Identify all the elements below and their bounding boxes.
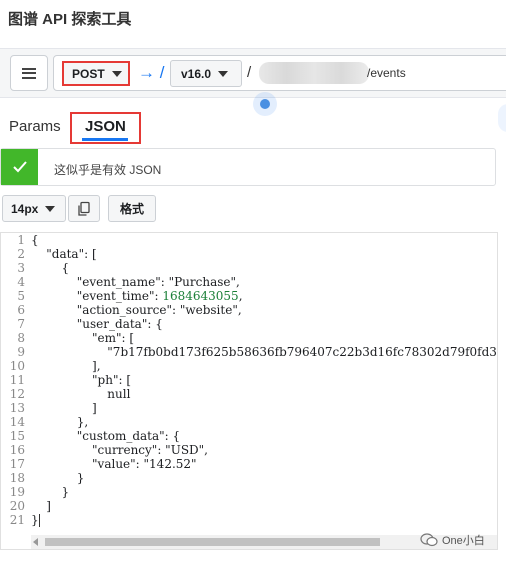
line-number: 19: [9, 485, 25, 499]
code-line[interactable]: }: [31, 513, 497, 527]
line-number: 8: [17, 331, 25, 345]
path-slash: /: [247, 64, 252, 81]
code-line[interactable]: "event_name": "Purchase",: [31, 275, 497, 289]
active-tab-indicator: [82, 138, 128, 141]
tab-json[interactable]: JSON: [70, 112, 141, 144]
code-line[interactable]: "data": [: [31, 247, 497, 261]
line-number: 20: [9, 499, 25, 513]
method-label: POST: [72, 66, 105, 81]
code-line[interactable]: "user_data": {: [31, 317, 497, 331]
line-number: 21: [9, 513, 25, 527]
line-number: 3: [17, 261, 25, 275]
menu-button[interactable]: [10, 55, 48, 91]
hamburger-icon: [22, 67, 36, 79]
status-message: 这似乎是有效 JSON: [54, 163, 162, 177]
caret-down-icon: [111, 70, 122, 77]
checkmark-icon: [1, 149, 38, 185]
code-line[interactable]: {: [31, 233, 497, 247]
validation-status: 这似乎是有效 JSON: [0, 148, 496, 186]
code-line[interactable]: "value": "142.52": [31, 457, 497, 471]
code-line[interactable]: {: [31, 261, 497, 275]
arrow-separator: → /: [138, 63, 165, 82]
version-select[interactable]: v16.0: [170, 60, 242, 87]
scrollbar-thumb[interactable]: [45, 538, 380, 546]
code-line[interactable]: "ph": [: [31, 373, 497, 387]
code-line[interactable]: "custom_data": {: [31, 429, 497, 443]
version-label: v16.0: [181, 66, 212, 81]
line-number: 7: [17, 317, 25, 331]
code-line[interactable]: "em": [: [31, 331, 497, 345]
watermark-text: One小白: [442, 535, 485, 547]
code-line[interactable]: },: [31, 415, 497, 429]
code-line[interactable]: null: [31, 387, 497, 401]
caret-down-icon: [218, 70, 229, 77]
line-number: 12: [9, 387, 25, 401]
line-number: 9: [17, 345, 25, 359]
line-number: 16: [9, 443, 25, 457]
caret-down-icon: [45, 205, 56, 212]
request-toolbar: POST → / v16.0 / /events: [0, 48, 506, 98]
code-line[interactable]: ]: [31, 401, 497, 415]
request-path-bar: POST → / v16.0 / /events: [53, 55, 506, 91]
line-number: 1: [17, 233, 25, 247]
line-number: 2: [17, 247, 25, 261]
wechat-icon: [420, 533, 438, 547]
line-number-gutter: 1 2 3 4 5 6 7 8 9 10 11 12 13 14 15 16 17 18 19 20 21: [1, 233, 29, 533]
cursor-indicator: [253, 92, 277, 116]
code-line[interactable]: "currency": "USD",: [31, 443, 497, 457]
code-line[interactable]: "action_source": "website",: [31, 303, 497, 317]
app-title: 图谱 API 探索工具: [8, 11, 132, 28]
line-number: 11: [9, 373, 25, 387]
watermark: One小白: [420, 532, 485, 548]
tab-params[interactable]: Params: [9, 118, 61, 135]
copy-icon: [78, 201, 90, 216]
code-line[interactable]: ],: [31, 359, 497, 373]
line-number: 17: [9, 457, 25, 471]
scroll-hint: [498, 104, 506, 132]
code-area[interactable]: { "data": [ { "event_name": "Purchase", …: [31, 233, 497, 533]
tab-json-label: JSON: [85, 118, 126, 135]
text-cursor: [38, 514, 40, 527]
line-number: 5: [17, 289, 25, 303]
line-number: 13: [9, 401, 25, 415]
method-select[interactable]: POST: [62, 61, 130, 86]
line-number: 18: [9, 471, 25, 485]
code-line[interactable]: "7b17fb0bd173f625b58636fb796407c22b3d16f…: [31, 345, 497, 359]
scroll-left-icon[interactable]: [33, 538, 38, 546]
font-size-label: 14px: [11, 201, 39, 216]
code-line[interactable]: }: [31, 485, 497, 499]
line-number: 14: [9, 415, 25, 429]
json-editor[interactable]: 1 2 3 4 5 6 7 8 9 10 11 12 13 14 15 16 17 18 19 20 21 { "dat…: [0, 232, 498, 550]
redacted-node-id[interactable]: [259, 62, 369, 84]
format-button[interactable]: 格式: [108, 195, 156, 222]
line-number: 10: [9, 359, 25, 373]
code-line[interactable]: ]: [31, 499, 497, 513]
copy-button[interactable]: [68, 195, 100, 222]
line-number: 15: [9, 429, 25, 443]
line-number: 4: [17, 275, 25, 289]
line-number: 6: [17, 303, 25, 317]
code-line[interactable]: "event_time": 1684643055,: [31, 289, 497, 303]
code-line[interactable]: }: [31, 471, 497, 485]
font-size-select[interactable]: 14px: [2, 195, 66, 222]
path-suffix[interactable]: /events: [367, 66, 406, 80]
